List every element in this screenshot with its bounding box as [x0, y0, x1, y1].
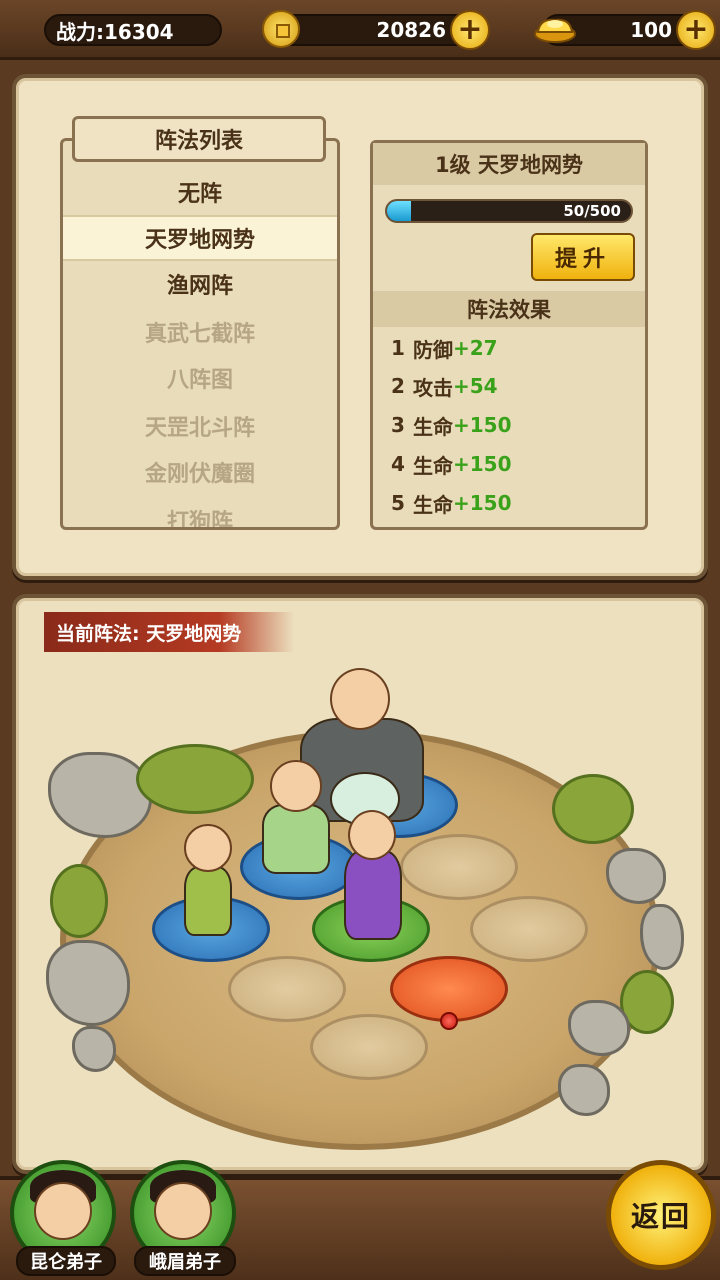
effect-row: 5 生命 +150 [391, 486, 512, 520]
combat-power-text: 战力:16304 [56, 19, 174, 44]
formation-list-title-text: 阵法列表 [154, 129, 243, 154]
formation-item-locked[interactable]: 天罡北斗阵 [63, 403, 337, 449]
formation-item-locked[interactable]: 打狗阵 [63, 497, 337, 527]
bush-icon [50, 864, 108, 938]
formation-slot[interactable] [470, 896, 588, 962]
effect-stat: 防御 [413, 337, 453, 362]
effect-stat: 攻击 [413, 375, 453, 400]
add-coins-button[interactable]: + [450, 10, 490, 50]
gold-ingot-icon [534, 18, 576, 43]
effects-title: 阵法效果 [373, 291, 645, 327]
copper-coin-icon [262, 10, 300, 48]
formation-item-locked[interactable]: 真武七截阵 [63, 309, 337, 355]
combat-power-display: 战力:16304 [44, 14, 222, 46]
formation-level-text: 1级 天罗地网势 [435, 153, 583, 177]
experience-progress-text: 50/500 [563, 202, 621, 220]
effects-title-text: 阵法效果 [467, 298, 551, 322]
effect-bonus: +27 [453, 336, 498, 360]
effect-row: 2 攻击 +54 [391, 369, 498, 403]
effect-bonus: +150 [453, 452, 512, 476]
disciple-kunlun-text: 昆仑弟子 [30, 1252, 102, 1273]
effect-stat: 生命 [413, 492, 453, 517]
formation-level-title: 1级 天罗地网势 [373, 143, 645, 185]
effect-row: 3 生命 +150 [391, 408, 512, 442]
rock-icon [72, 1026, 116, 1072]
formation-slot[interactable] [310, 1014, 428, 1080]
effect-bonus: +54 [453, 374, 498, 398]
disciple-emei-label: 峨眉弟子 [134, 1246, 236, 1276]
effect-index: 4 [391, 452, 405, 476]
formation-item[interactable]: 渔网阵 [63, 261, 337, 307]
effect-index: 1 [391, 336, 405, 360]
formation-item-locked[interactable]: 八阵图 [63, 355, 337, 401]
current-formation-text: 当前阵法: 天罗地网势 [56, 622, 242, 645]
top-resource-bar: 战力:16304 20826 + 100 + [0, 0, 720, 60]
add-gold-button[interactable]: + [676, 10, 716, 50]
formation-list-title: 阵法列表 [72, 116, 326, 162]
formation-item-selected[interactable]: 天罗地网势 [63, 215, 337, 261]
effect-index: 5 [391, 491, 405, 515]
effect-bonus: +150 [453, 491, 512, 515]
disciple-emei-text: 峨眉弟子 [149, 1252, 221, 1273]
effect-row: 1 防御 +27 [391, 331, 498, 365]
effect-index: 3 [391, 413, 405, 437]
disciple-kunlun-label: 昆仑弟子 [16, 1246, 116, 1276]
formation-slot[interactable] [228, 956, 346, 1022]
upgrade-button[interactable]: 提升 [531, 233, 635, 281]
formation-detail: 1级 天罗地网势 50/500 提升 阵法效果 1 防御 +27 2 攻击 +5… [370, 140, 648, 530]
current-formation-banner: 当前阵法: 天罗地网势 [44, 612, 294, 652]
effect-stat: 生命 [413, 414, 453, 439]
gold-amount: 100 [630, 18, 672, 42]
bush-icon [136, 744, 254, 814]
coin-amount: 20826 [376, 18, 446, 42]
formation-item-locked[interactable]: 金刚伏魔圈 [63, 449, 337, 495]
effect-stat: 生命 [413, 453, 453, 478]
position-marker-icon [440, 1012, 458, 1030]
back-button[interactable]: 返回 [606, 1160, 716, 1270]
formation-list: 无阵 天罗地网势 渔网阵 真武七截阵 八阵图 天罡北斗阵 金刚伏魔圈 打狗阵 [60, 138, 340, 530]
effect-index: 2 [391, 374, 405, 398]
hero-kid[interactable] [172, 812, 244, 938]
effect-row: 4 生命 +150 [391, 447, 512, 481]
hero-nun-purple[interactable] [314, 790, 432, 942]
effect-bonus: +150 [453, 413, 512, 437]
experience-progress-fill [387, 201, 412, 221]
formation-item-none[interactable]: 无阵 [63, 169, 337, 215]
back-button-label: 返回 [630, 1200, 691, 1233]
experience-progress-bar: 50/500 [385, 199, 633, 223]
rock-icon [640, 904, 684, 970]
bush-icon [552, 774, 634, 844]
upgrade-button-label: 提升 [554, 247, 611, 272]
